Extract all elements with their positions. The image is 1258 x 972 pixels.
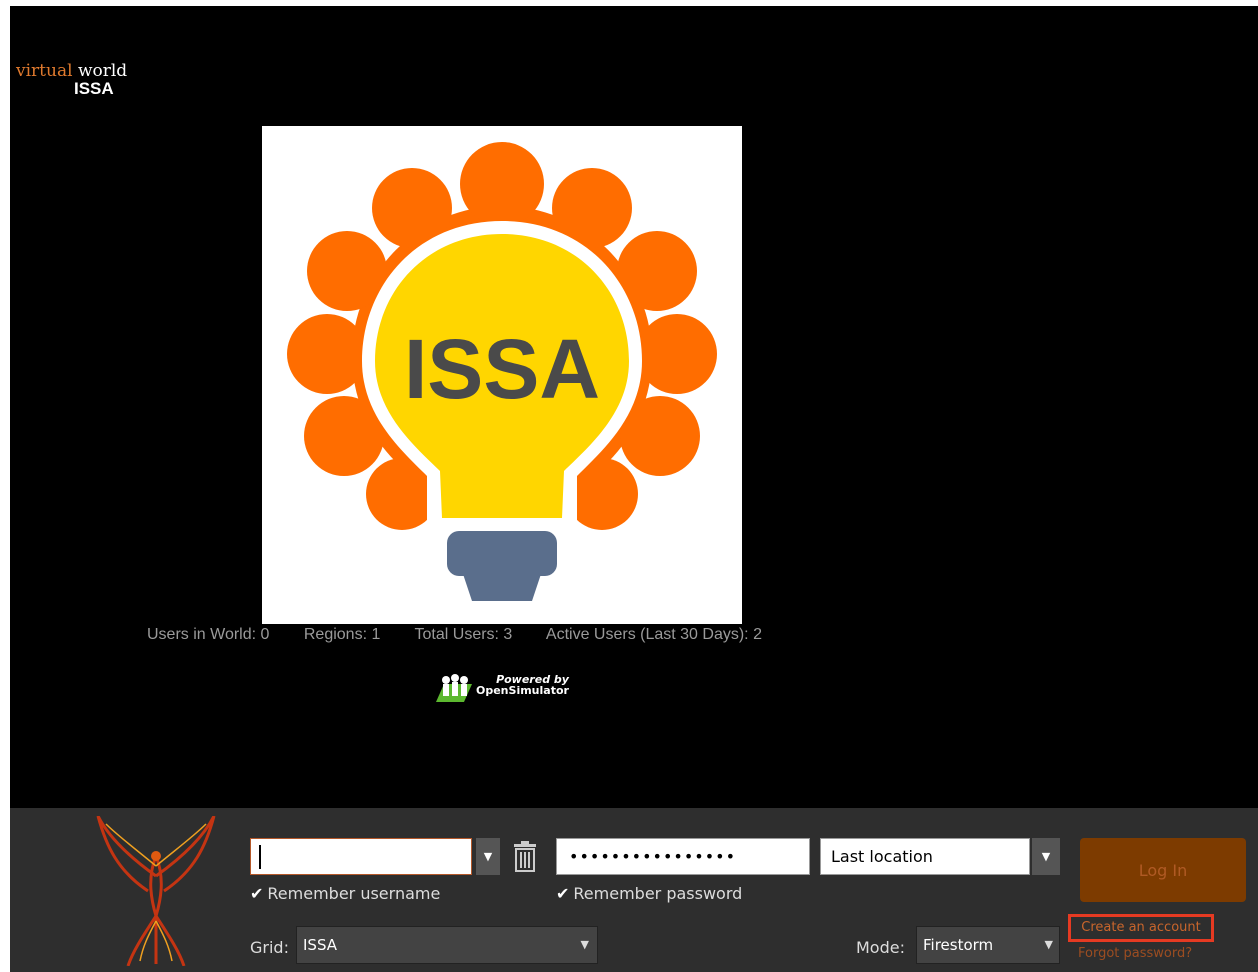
issa-logo-image: ISSA <box>262 126 742 624</box>
chevron-down-icon: ▼ <box>1044 938 1053 951</box>
checkmark-icon: ✔ <box>556 884 570 903</box>
powered-by-opensimulator: Powered by OpenSimulator <box>434 670 574 704</box>
world-stats: Users in World: 0 Regions: 1 Total Users… <box>147 626 792 644</box>
logo-text: ISSA <box>404 322 600 416</box>
text-cursor <box>259 845 261 869</box>
stat-total-users: Total Users: 3 <box>414 626 513 643</box>
trash-icon[interactable] <box>512 840 538 872</box>
mode-label: Mode: <box>856 938 905 957</box>
grid-select[interactable]: ISSA ▼ <box>296 926 598 964</box>
password-input[interactable]: •••••••••••••••• <box>556 838 810 875</box>
stat-regions: Regions: 1 <box>303 626 381 643</box>
remember-username-label: Remember username <box>267 884 441 903</box>
brand-word-virtual: virtual <box>16 61 73 81</box>
powered-by-line2: OpenSimulator <box>476 684 569 697</box>
remember-username-checkbox[interactable]: ✔ Remember username <box>250 884 440 903</box>
start-location-select[interactable]: Last location <box>820 838 1030 875</box>
brand-logo: virtual world ISSA <box>16 62 136 98</box>
location-dropdown-button[interactable]: ▼ <box>1032 838 1060 875</box>
username-input[interactable] <box>250 838 472 875</box>
login-button[interactable]: Log In <box>1080 838 1246 902</box>
opensimulator-icon <box>436 674 472 702</box>
remember-password-checkbox[interactable]: ✔ Remember password <box>556 884 742 903</box>
mode-select[interactable]: Firestorm ▼ <box>916 926 1060 964</box>
grid-label: Grid: <box>250 938 289 957</box>
stat-active-users: Active Users (Last 30 Days): 2 <box>545 626 762 643</box>
brand-issa: ISSA <box>74 79 114 98</box>
stat-users-in-world: Users in World: 0 <box>147 626 270 643</box>
remember-password-label: Remember password <box>573 884 743 903</box>
mode-value: Firestorm <box>923 936 994 954</box>
create-account-link[interactable]: Create an account <box>1068 914 1214 942</box>
lightbulb-gear-icon: ISSA <box>287 142 717 601</box>
brand-word-world: world <box>77 61 128 81</box>
chevron-down-icon: ▼ <box>580 938 589 951</box>
checkmark-icon: ✔ <box>250 884 264 903</box>
splash-screen: virtual world ISSA ISSA Users in World: … <box>10 6 1258 972</box>
username-dropdown-button[interactable]: ▼ <box>476 838 500 875</box>
phoenix-logo-icon <box>96 816 216 966</box>
grid-value: ISSA <box>303 936 338 954</box>
forgot-password-link[interactable]: Forgot password? <box>1078 946 1192 961</box>
login-panel: ▼ •••••••••••••••• Last location ▼ Log I… <box>10 808 1258 972</box>
